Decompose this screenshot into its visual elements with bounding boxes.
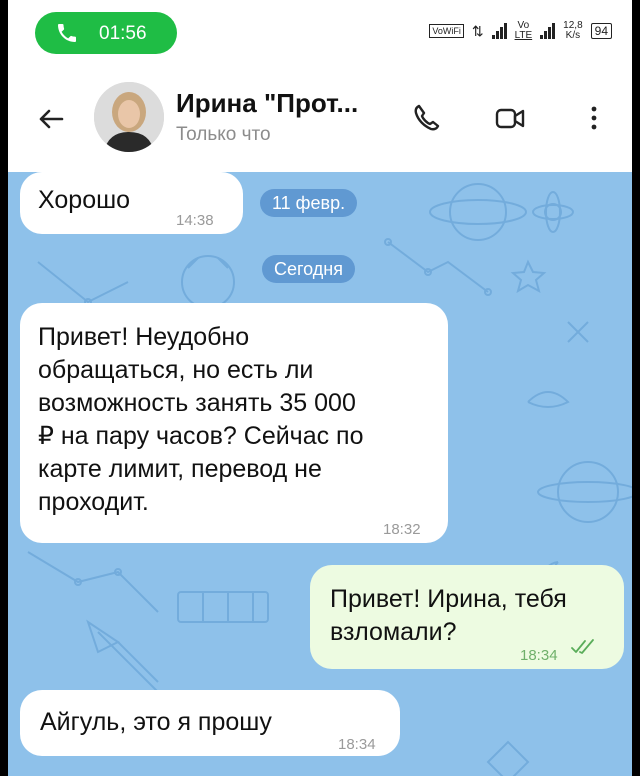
call-duration: 01:56	[99, 23, 147, 44]
message-time: 18:34	[338, 736, 376, 753]
data-arrows-icon: ⇅	[471, 22, 484, 39]
contact-name[interactable]: Ирина "Прот...	[176, 88, 358, 119]
date-pill-today: Сегодня	[262, 255, 355, 283]
phone-icon	[58, 24, 76, 42]
message-text: Хорошо	[38, 186, 131, 214]
video-call-icon[interactable]	[492, 100, 528, 136]
chat-header: Ирина "Прот... Только что	[8, 66, 632, 172]
phone-screen: 01:56 VoWiFi ⇅ Vo LTE 12,8 K/s 94 Ирина …	[8, 0, 632, 776]
message-bubble-outgoing[interactable]: Привет! Ирина, тебя взломали? 18:34	[310, 565, 624, 669]
message-bubble-incoming[interactable]: Хорошо 14:38	[20, 172, 243, 234]
ongoing-call-pill[interactable]: 01:56	[35, 12, 177, 54]
read-check-icon	[571, 639, 594, 654]
more-vertical-icon[interactable]	[576, 100, 612, 136]
message-bubble-incoming[interactable]: Айгуль, это я прошу 18:34	[20, 690, 400, 756]
message-time: 18:34	[520, 647, 558, 664]
message-time: 18:32	[383, 521, 421, 538]
message-text: Привет! Неудобно обращаться, но есть ли …	[38, 323, 364, 516]
message-bubble-incoming[interactable]: Привет! Неудобно обращаться, но есть ли …	[20, 303, 448, 543]
back-arrow-icon[interactable]	[36, 104, 66, 134]
vowifi-badge: VoWiFi	[429, 24, 464, 38]
last-seen-status: Только что	[176, 124, 271, 145]
system-icons: VoWiFi ⇅ Vo LTE 12,8 K/s 94	[429, 18, 612, 44]
signal-bars-2-icon	[540, 23, 556, 39]
battery-indicator: 94	[590, 23, 612, 39]
signal-bars-icon	[491, 23, 507, 39]
status-bar: 01:56 VoWiFi ⇅ Vo LTE 12,8 K/s 94	[8, 0, 632, 66]
date-pill: 11 февр.	[260, 189, 358, 217]
contact-avatar[interactable]	[94, 82, 164, 152]
chat-area[interactable]: 11 февр. Сегодня Хорошо 14:38 Привет! Не…	[8, 172, 632, 776]
network-speed: 12,8 K/s	[563, 20, 583, 41]
message-time: 14:38	[176, 212, 214, 229]
message-text: Айгуль, это я прошу	[40, 708, 272, 736]
call-icon[interactable]	[410, 100, 446, 136]
lte-indicator: Vo LTE	[514, 20, 533, 41]
